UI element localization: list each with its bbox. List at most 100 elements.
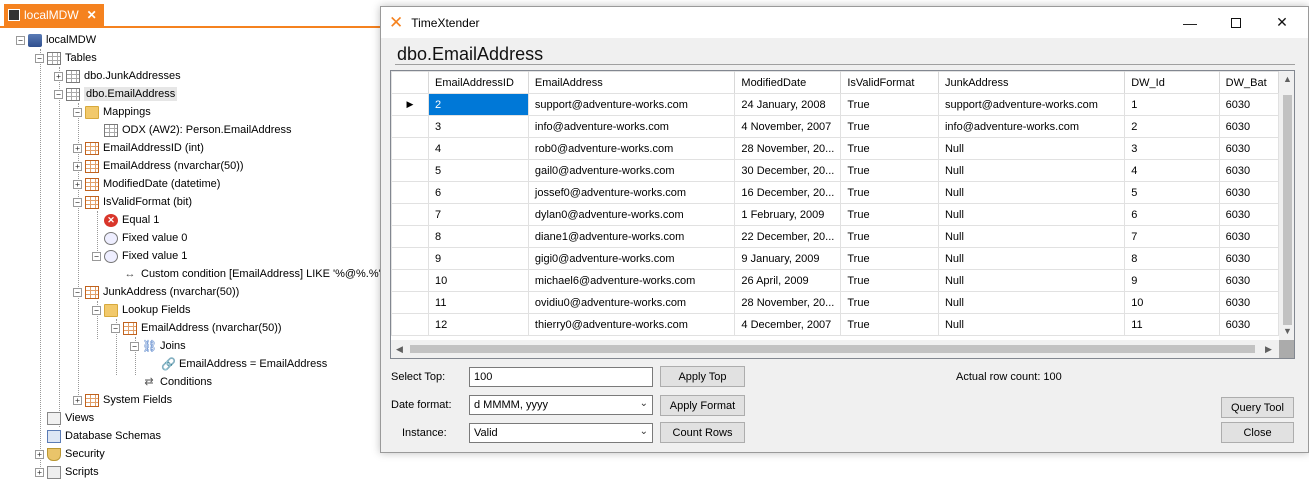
scroll-up-icon[interactable]: ▲: [1279, 71, 1294, 88]
table-cell[interactable]: 8: [428, 225, 529, 248]
table-cell[interactable]: 6: [1124, 203, 1220, 226]
table-cell[interactable]: 3: [428, 115, 529, 138]
grid-corner[interactable]: [391, 71, 430, 94]
table-cell[interactable]: True: [840, 115, 939, 138]
table-cell[interactable]: 1 February, 2009: [734, 203, 842, 226]
table-cell[interactable]: True: [840, 137, 939, 160]
horizontal-scroll-thumb[interactable]: [410, 345, 1255, 353]
tree-node-joins[interactable]: − ⛓ Joins: [130, 337, 186, 355]
tree-node-schemas[interactable]: Database Schemas: [35, 427, 161, 445]
row-header[interactable]: [391, 291, 430, 314]
collapse-icon[interactable]: −: [73, 107, 82, 117]
column-header[interactable]: DW_Bat: [1218, 71, 1279, 94]
table-cell[interactable]: gigi0@adventure-works.com: [527, 247, 736, 270]
close-window-button[interactable]: ✕: [1259, 7, 1305, 38]
collapse-icon[interactable]: −: [73, 287, 82, 297]
collapse-icon[interactable]: −: [73, 197, 82, 207]
table-cell[interactable]: Null: [937, 137, 1126, 160]
table-cell[interactable]: 6030: [1218, 269, 1279, 292]
table-cell[interactable]: Null: [937, 225, 1126, 248]
collapse-icon[interactable]: −: [92, 251, 101, 261]
tree-node-root[interactable]: − localMDW: [16, 31, 96, 49]
table-cell[interactable]: 6030: [1218, 225, 1279, 248]
column-header[interactable]: ModifiedDate: [734, 71, 842, 94]
table-row[interactable]: 7 dylan0@adventure-works.com 1 February, 2…: [391, 203, 1279, 226]
close-icon[interactable]: ✕: [87, 8, 97, 22]
table-cell[interactable]: 11: [1124, 313, 1220, 336]
collapse-icon[interactable]: −: [35, 53, 44, 63]
table-cell[interactable]: 5: [428, 159, 529, 182]
tree-node-join-item[interactable]: 🔗 EmailAddress = EmailAddress: [149, 355, 327, 373]
table-cell[interactable]: 4 December, 2007: [734, 313, 842, 336]
table-cell[interactable]: 2: [1124, 115, 1220, 138]
maximize-button[interactable]: [1213, 7, 1259, 38]
table-cell[interactable]: Null: [937, 247, 1126, 270]
tree-node-equal1[interactable]: ✕ Equal 1: [92, 211, 159, 229]
table-cell[interactable]: 6: [428, 181, 529, 204]
instance-combo[interactable]: Valid ⌄: [469, 423, 653, 443]
document-tab-localmdw[interactable]: localMDW ✕: [4, 4, 104, 26]
table-cell[interactable]: 28 November, 20...: [734, 291, 842, 314]
table-cell[interactable]: 28 November, 20...: [734, 137, 842, 160]
table-cell[interactable]: True: [840, 225, 939, 248]
vertical-scrollbar[interactable]: ▲ ▼: [1279, 71, 1294, 340]
table-cell[interactable]: 3: [1124, 137, 1220, 160]
column-header[interactable]: JunkAddress: [937, 71, 1126, 94]
table-cell[interactable]: support@adventure-works.com: [527, 93, 736, 116]
table-cell[interactable]: michael6@adventure-works.com: [527, 269, 736, 292]
row-header[interactable]: ▶: [391, 93, 430, 116]
table-cell[interactable]: Null: [937, 203, 1126, 226]
column-header[interactable]: EmailAddress: [527, 71, 736, 94]
scroll-left-icon[interactable]: ◀: [391, 340, 408, 358]
scroll-right-icon[interactable]: ▶: [1260, 340, 1277, 358]
expand-icon[interactable]: +: [54, 71, 63, 81]
table-cell[interactable]: True: [840, 203, 939, 226]
expand-icon[interactable]: +: [73, 395, 82, 405]
tree-node-odx-mapping[interactable]: ODX (AW2): Person.EmailAddress: [92, 121, 292, 139]
table-cell[interactable]: 4: [1124, 159, 1220, 182]
tree-node-security[interactable]: + Security: [35, 445, 105, 463]
tree-node-field-isvalid[interactable]: − IsValidFormat (bit): [73, 193, 192, 211]
table-cell[interactable]: info@adventure-works.com: [527, 115, 736, 138]
table-cell[interactable]: 6030: [1218, 291, 1279, 314]
row-header[interactable]: [391, 203, 430, 226]
table-cell[interactable]: 6030: [1218, 203, 1279, 226]
table-cell[interactable]: 7: [428, 203, 529, 226]
table-row[interactable]: 6 jossef0@adventure-works.com 16 December,…: [391, 181, 1279, 204]
table-cell[interactable]: diane1@adventure-works.com: [527, 225, 736, 248]
table-cell[interactable]: 10: [1124, 291, 1220, 314]
table-cell[interactable]: True: [840, 269, 939, 292]
row-header[interactable]: [391, 137, 430, 160]
expand-icon[interactable]: +: [35, 449, 44, 459]
collapse-icon[interactable]: −: [130, 341, 139, 351]
table-cell[interactable]: True: [840, 291, 939, 314]
expand-icon[interactable]: +: [73, 143, 82, 153]
table-cell[interactable]: 4: [428, 137, 529, 160]
table-cell[interactable]: Null: [937, 181, 1126, 204]
collapse-icon[interactable]: −: [54, 89, 63, 99]
expand-icon[interactable]: +: [73, 161, 82, 171]
table-cell[interactable]: 8: [1124, 247, 1220, 270]
table-cell[interactable]: True: [840, 313, 939, 336]
table-cell[interactable]: 9 January, 2009: [734, 247, 842, 270]
table-cell[interactable]: Null: [937, 313, 1126, 336]
tree-node-junkaddresses[interactable]: + dbo.JunkAddresses: [54, 67, 181, 85]
count-rows-button[interactable]: Count Rows: [660, 422, 745, 443]
table-cell[interactable]: info@adventure-works.com: [937, 115, 1126, 138]
row-header[interactable]: [391, 115, 430, 138]
row-header[interactable]: [391, 225, 430, 248]
tree-node-scripts[interactable]: + Scripts: [35, 463, 99, 481]
row-header[interactable]: [391, 247, 430, 270]
table-cell[interactable]: 6030: [1218, 137, 1279, 160]
table-cell[interactable]: 16 December, 20...: [734, 181, 842, 204]
tree-node-field-junk[interactable]: − JunkAddress (nvarchar(50)): [73, 283, 239, 301]
apply-format-button[interactable]: Apply Format: [660, 395, 745, 416]
table-cell[interactable]: support@adventure-works.com: [937, 93, 1126, 116]
apply-top-button[interactable]: Apply Top: [660, 366, 745, 387]
table-cell[interactable]: Null: [937, 291, 1126, 314]
close-button[interactable]: Close: [1221, 422, 1294, 443]
tree-node-emailaddress[interactable]: − dbo.EmailAddress: [54, 85, 178, 103]
expand-icon[interactable]: +: [73, 179, 82, 189]
column-header[interactable]: IsValidFormat: [840, 71, 939, 94]
table-row[interactable]: 12 thierry0@adventure-works.com 4 December…: [391, 313, 1279, 336]
